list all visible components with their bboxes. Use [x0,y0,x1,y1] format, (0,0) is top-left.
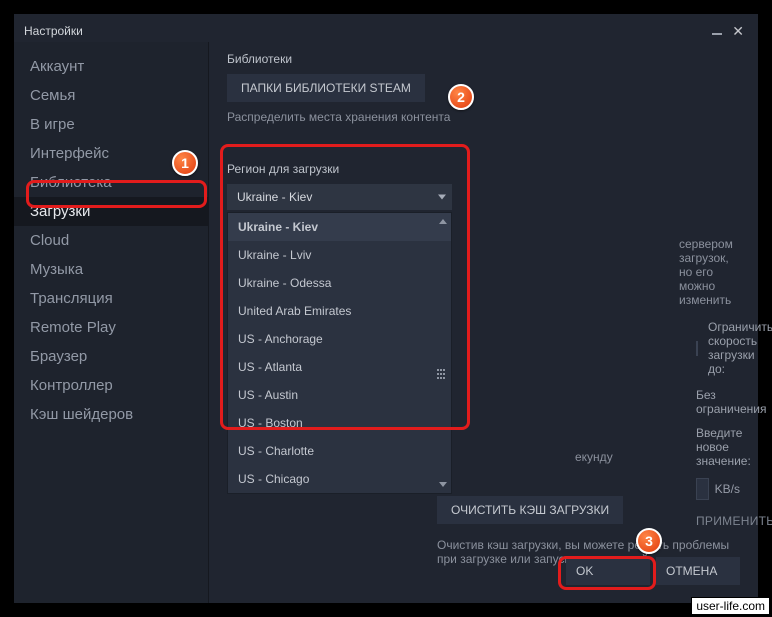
settings-window: Настройки ✕ Аккаунт Семья В игре Интерфе… [14,14,758,603]
limit-enter-label: Введите новое значение: [696,426,740,468]
sidebar-item-shadercache[interactable]: Кэш шейдеров [14,400,208,429]
sidebar-item-cloud[interactable]: Cloud [14,226,208,255]
region-option[interactable]: US - Boston [228,409,451,437]
clear-cache-button[interactable]: ОЧИСТИТЬ КЭШ ЗАГРУЗКИ [437,496,623,524]
region-option[interactable]: US - Atlanta [228,353,451,381]
library-title: Библиотеки [227,52,740,66]
per-second-text: екунду [575,450,613,464]
region-title: Регион для загрузки [227,162,740,176]
region-selected-value[interactable]: Ukraine - Kiev [227,184,452,210]
region-option[interactable]: United Arab Emirates [228,297,451,325]
sidebar-item-remoteplay[interactable]: Remote Play [14,313,208,342]
dialog-footer: OK ОТМЕНА [566,557,740,585]
region-option[interactable]: US - Charlotte [228,437,451,465]
minimize-icon[interactable] [712,33,722,35]
region-option[interactable]: US - Chicago [228,465,451,493]
annotation-badge-1: 1 [172,150,198,176]
sidebar-item-browser[interactable]: Браузер [14,342,208,371]
sidebar-item-family[interactable]: Семья [14,81,208,110]
limit-unit: KB/s [715,482,740,496]
sidebar-item-downloads[interactable]: Загрузки [14,197,208,226]
limit-no-limit: Без ограничения [696,388,740,416]
region-option[interactable]: US - Anchorage [228,325,451,353]
scroll-down-icon[interactable] [439,482,447,487]
limit-checkbox-label: Ограничить скорость загрузки до: [708,320,772,376]
limit-checkbox[interactable] [696,341,698,356]
annotation-badge-2: 2 [448,84,474,110]
sidebar-item-broadcast[interactable]: Трансляция [14,284,208,313]
watermark: user-life.com [691,597,770,615]
region-option[interactable]: Ukraine - Odessa [228,269,451,297]
library-hint: Распределить места хранения контента [227,110,740,124]
sidebar-item-controller[interactable]: Контроллер [14,371,208,400]
window-title: Настройки [24,24,83,38]
sidebar-item-account[interactable]: Аккаунт [14,52,208,81]
chevron-down-icon [438,195,446,200]
library-folders-button[interactable]: ПАПКИ БИБЛИОТЕКИ STEAM [227,74,425,102]
sidebar-item-ingame[interactable]: В игре [14,110,208,139]
region-option[interactable]: US - Austin [228,381,451,409]
scroll-thumb-icon[interactable] [437,369,448,380]
region-option[interactable]: Ukraine - Lviv [228,241,451,269]
scroll-up-icon[interactable] [439,219,447,224]
content-pane: Библиотеки ПАПКИ БИБЛИОТЕКИ STEAM Распре… [209,42,758,603]
sidebar-item-music[interactable]: Музыка [14,255,208,284]
region-select[interactable]: Ukraine - Kiev Ukraine - Kiev Ukraine - … [227,184,452,210]
titlebar-controls: ✕ [712,23,744,40]
region-server-hint: сервером загрузок, но его можно изменить [679,237,740,307]
cancel-button[interactable]: ОТМЕНА [656,557,740,585]
dropdown-scrollbar[interactable] [437,219,447,487]
sidebar: Аккаунт Семья В игре Интерфейс Библиотек… [14,42,209,603]
close-icon[interactable]: ✕ [732,23,744,40]
titlebar: Настройки ✕ [14,14,758,42]
ok-button[interactable]: OK [566,557,650,585]
region-dropdown: Ukraine - Kiev Ukraine - Lviv Ukraine - … [227,212,452,494]
annotation-badge-3: 3 [636,528,662,554]
region-option[interactable]: Ukraine - Kiev [228,213,451,241]
